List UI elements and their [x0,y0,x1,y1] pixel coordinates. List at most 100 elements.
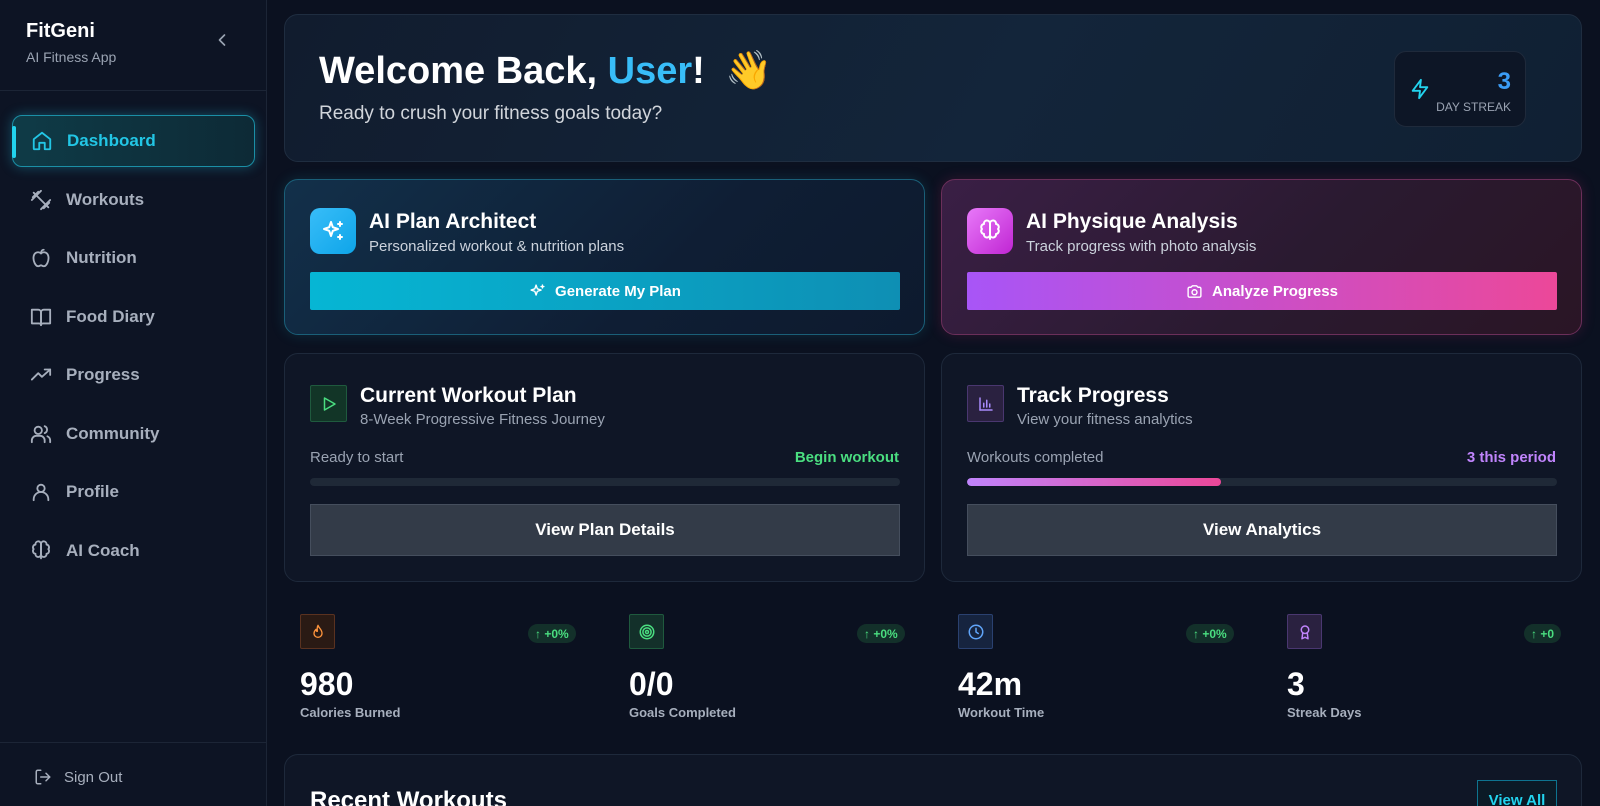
stat-label: Workout Time [958,705,1045,720]
stat-streak-days: ↑ +0 3 Streak Days [1287,614,1567,724]
home-icon [31,130,53,152]
stat-value: 0/0 [629,666,674,702]
current-workout-plan-card: Current Workout Plan 8-Week Progressive … [284,353,925,582]
sidebar-item-label: AI Coach [66,540,140,560]
brain-icon [967,208,1013,254]
sidebar-item-ai-coach[interactable]: AI Coach [12,525,255,577]
sidebar-item-label: Nutrition [66,248,137,267]
analyze-progress-button[interactable]: Analyze Progress [967,272,1557,310]
generate-plan-button[interactable]: Generate My Plan [310,272,900,310]
clock-icon [958,614,993,649]
divider [0,90,267,91]
button-label: Analyze Progress [1212,282,1338,300]
streak-label: DAY STREAK [1436,100,1511,114]
chevron-left-icon [218,34,226,46]
sparkles-icon [310,208,356,254]
view-plan-details-button[interactable]: View Plan Details [310,504,900,556]
workouts-completed-value: 3 this period [1466,449,1556,466]
card-subtitle: Track progress with photo analysis [1026,238,1257,255]
card-title: AI Plan Architect [369,210,537,233]
brain-icon [30,539,52,562]
sparkles-icon [529,283,546,300]
log-out-icon [34,768,52,786]
stat-label: Goals Completed [629,705,736,720]
sidebar-item-workouts[interactable]: Workouts [12,174,255,226]
greeting-exclaim: ! [692,50,705,92]
stat-goals-completed: ↑ +0% 0/0 Goals Completed [629,614,909,724]
stat-change-badge: ↑ +0% [528,624,576,643]
ai-physique-analysis-card: AI Physique Analysis Track progress with… [941,179,1582,335]
stat-change-badge: ↑ +0% [1186,624,1234,643]
begin-workout-link[interactable]: Begin workout [795,449,899,466]
section-title: Recent Workouts [310,787,507,806]
sidebar-item-label: Community [66,423,160,443]
card-subtitle: 8-Week Progressive Fitness Journey [360,411,605,428]
card-title: AI Physique Analysis [1026,210,1238,233]
collapse-sidebar-button[interactable] [212,30,232,50]
welcome-subtitle: Ready to crush your fitness goals today? [319,103,663,124]
workouts-progress-fill [967,478,1221,486]
stat-change-badge: ↑ +0% [857,624,905,643]
waving-hand-icon: 👋 [725,50,773,92]
brand: FitGeni AI Fitness App [26,20,116,65]
sign-out-button[interactable]: Sign Out [34,768,122,786]
app-name: FitGeni [26,20,95,42]
stat-value: 980 [300,666,354,702]
card-subtitle: Personalized workout & nutrition plans [369,238,625,255]
stat-label: Calories Burned [300,705,401,720]
streak-value: 3 [1497,68,1511,95]
stat-calories-burned: ↑ +0% 980 Calories Burned [300,614,580,724]
view-all-button[interactable]: View All [1477,780,1557,806]
button-label: Generate My Plan [555,282,681,300]
day-streak-badge: 3 DAY STREAK [1394,51,1526,127]
workouts-completed-label: Workouts completed [967,449,1104,466]
sidebar-item-progress[interactable]: Progress [12,349,255,401]
apple-icon [30,247,52,269]
zap-icon [1409,78,1431,100]
sidebar-nav: Dashboard Workouts Nutrition Food Diary … [12,115,255,583]
recent-workouts-card: Recent Workouts View All [284,754,1582,806]
stat-value: 3 [1287,666,1305,702]
sidebar-item-nutrition[interactable]: Nutrition [12,232,255,284]
user-name: User [607,50,693,92]
trending-up-icon [30,364,52,386]
stat-label: Streak Days [1287,705,1362,720]
welcome-heading: Welcome Back, User! 👋 [319,49,773,93]
sidebar-item-community[interactable]: Community [12,408,255,460]
sidebar: FitGeni AI Fitness App Dashboard Workout… [0,0,267,806]
plan-status-label: Ready to start [310,449,404,466]
sidebar-item-label: Workouts [66,189,145,209]
greeting-text: Welcome Back, [319,50,608,92]
card-subtitle: View your fitness analytics [1017,411,1193,428]
stat-value: 42m [958,666,1023,702]
users-icon [30,423,52,445]
card-title: Current Workout Plan [360,384,577,407]
plan-progress-bar [310,478,900,486]
sidebar-item-label: Profile [66,482,119,501]
sidebar-item-label: Progress [66,365,140,384]
welcome-banner: Welcome Back, User! 👋 Ready to crush you… [284,14,1582,162]
ai-plan-architect-card: AI Plan Architect Personalized workout &… [284,179,925,335]
camera-icon [1186,283,1203,300]
play-icon [310,385,347,422]
bar-chart-icon [967,385,1004,422]
stat-workout-time: ↑ +0% 42m Workout Time [958,614,1238,724]
sidebar-item-food-diary[interactable]: Food Diary [12,291,255,343]
sidebar-item-label: Dashboard [67,131,156,150]
app-subtitle: AI Fitness App [26,49,117,65]
flame-icon [300,614,335,649]
track-progress-card: Track Progress View your fitness analyti… [941,353,1582,582]
workouts-progress-bar [967,478,1557,486]
user-icon [30,481,52,503]
sidebar-item-dashboard[interactable]: Dashboard [12,115,255,167]
target-icon [629,614,664,649]
dumbbell-icon [30,189,52,211]
divider [0,742,267,743]
sidebar-item-profile[interactable]: Profile [12,466,255,518]
sign-out-label: Sign Out [64,768,123,786]
view-analytics-button[interactable]: View Analytics [967,504,1557,556]
stat-change-badge: ↑ +0 [1524,624,1562,643]
card-title: Track Progress [1017,384,1169,407]
award-icon [1287,614,1322,649]
sidebar-item-label: Food Diary [66,306,155,326]
